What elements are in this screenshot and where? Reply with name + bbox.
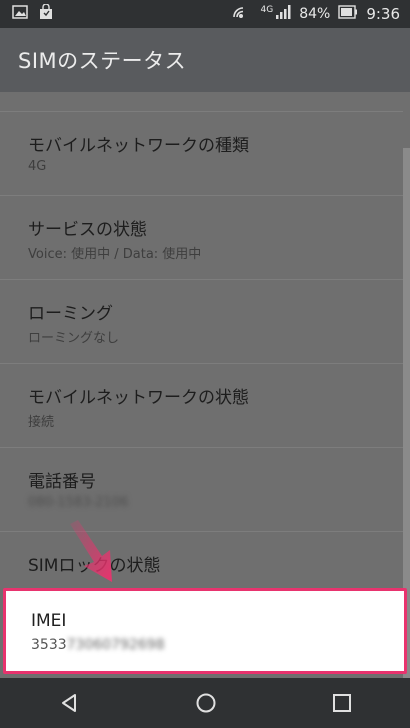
item-value: 4G [28,159,47,174]
item-title: サービスの状態 [28,220,147,240]
image-icon [12,5,28,23]
network-type: 4G [260,5,274,15]
status-left [12,3,54,24]
list-item-roaming[interactable]: ローミング ローミングなし [0,281,403,364]
list-top-divider [0,92,403,112]
back-icon[interactable] [58,692,80,714]
item-value: Voice: 使用中 / Data: 使用中 [28,247,202,262]
list-item-imei[interactable]: IMEI 3533 73060792698 [3,588,407,674]
signal-icon [275,4,291,24]
list-item-service-state[interactable]: サービスの状態 Voice: 使用中 / Data: 使用中 [0,197,403,280]
item-title: モバイルネットワークの状態 [28,388,249,408]
item-value: ローミングなし [28,331,120,346]
app-bar: SIMのステータス [0,28,410,92]
home-icon[interactable] [195,692,217,714]
navigation-bar [0,678,410,728]
status-time: 9:36 [366,5,400,23]
item-title: モバイルネットワークの種類 [28,136,249,156]
list-item-network-state[interactable]: モバイルネットワークの状態 接続 [0,365,403,448]
wifi-calling-icon [230,3,252,25]
status-right: 4G 84% 9:36 [230,3,400,25]
item-value-blurred: 080-1583-2106 [28,495,129,510]
annotation-arrow-icon [70,520,112,582]
imei-value-blurred: 73060792698 [66,637,165,653]
status-bar: 4G 84% 9:36 [0,0,410,28]
item-title: ローミング [28,304,113,324]
battery-icon [338,5,358,23]
imei-title: IMEI [31,611,67,631]
battery-percent: 84% [299,6,331,22]
recents-icon[interactable] [332,693,352,713]
imei-value-visible: 3533 [31,637,67,653]
list-item-network-type[interactable]: モバイルネットワークの種類 4G [0,113,403,196]
item-title: 電話番号 [28,472,96,492]
item-value: 接続 [28,415,55,430]
page-title: SIMのステータス [18,49,187,73]
imei-value: 3533 73060792698 [31,637,165,653]
shopping-bag-icon [38,3,54,24]
screen: 4G 84% 9:36 SIMのステータス モバイルネットワークの種類 4G サ… [0,0,410,728]
